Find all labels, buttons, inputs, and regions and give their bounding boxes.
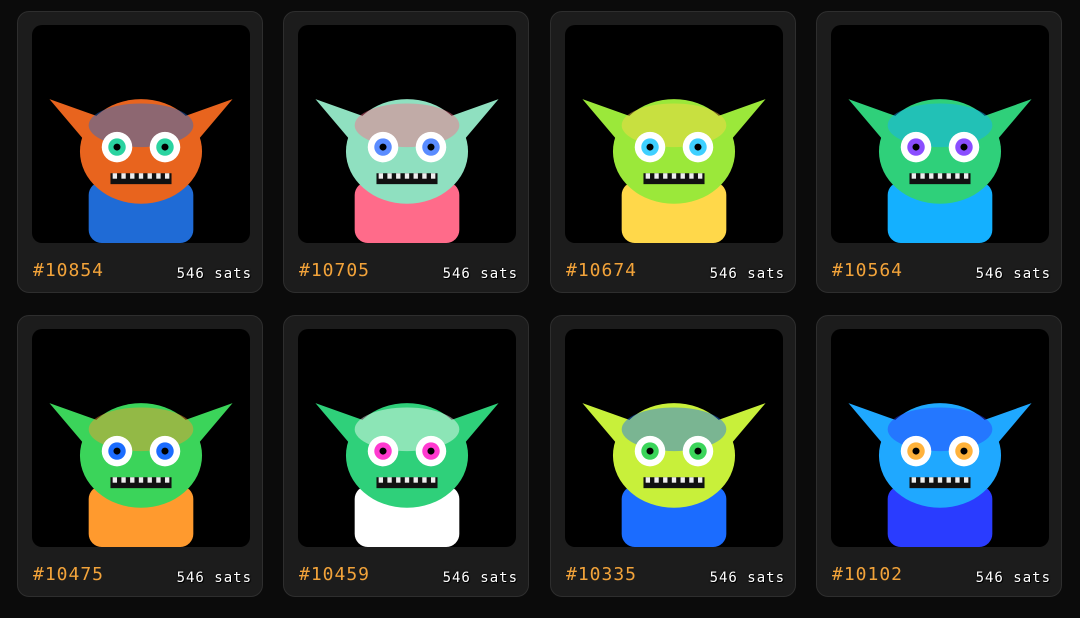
item-number[interactable]: #10674 [566,260,637,281]
nft-image[interactable] [565,329,783,547]
collection-grid: 546 sats #10854 546 sats #10705 546 sats… [0,0,1080,618]
nft-card[interactable]: 546 sats #10674 [550,11,796,293]
creature-art [49,403,233,547]
item-number[interactable]: #10475 [33,564,104,585]
item-number[interactable]: #10459 [299,564,370,585]
nft-card[interactable]: 546 sats #10459 [283,315,529,597]
price-label: 546 sats [975,266,1051,282]
nft-image[interactable] [32,25,250,243]
creature-art [582,99,766,243]
item-number[interactable]: #10854 [33,260,104,281]
nft-image[interactable] [831,329,1049,547]
item-number[interactable]: #10102 [832,564,903,585]
nft-card[interactable]: 546 sats #10102 [816,315,1062,597]
creature-art [315,99,499,243]
item-number[interactable]: #10705 [299,260,370,281]
price-label: 546 sats [442,570,518,586]
nft-card[interactable]: 546 sats #10854 [17,11,263,293]
nft-card[interactable]: 546 sats #10705 [283,11,529,293]
price-label: 546 sats [176,266,252,282]
creature-art [582,403,766,547]
price-label: 546 sats [442,266,518,282]
item-number[interactable]: #10564 [832,260,903,281]
nft-image[interactable] [298,25,516,243]
price-label: 546 sats [709,570,785,586]
nft-image[interactable] [565,25,783,243]
creature-art [848,403,1032,547]
price-label: 546 sats [709,266,785,282]
nft-image[interactable] [831,25,1049,243]
creature-art [315,403,499,547]
nft-image[interactable] [298,329,516,547]
nft-card[interactable]: 546 sats #10335 [550,315,796,597]
nft-card[interactable]: 546 sats #10475 [17,315,263,597]
creature-art [848,99,1032,243]
price-label: 546 sats [975,570,1051,586]
nft-card[interactable]: 546 sats #10564 [816,11,1062,293]
price-label: 546 sats [176,570,252,586]
nft-image[interactable] [32,329,250,547]
creature-art [49,99,233,243]
item-number[interactable]: #10335 [566,564,637,585]
